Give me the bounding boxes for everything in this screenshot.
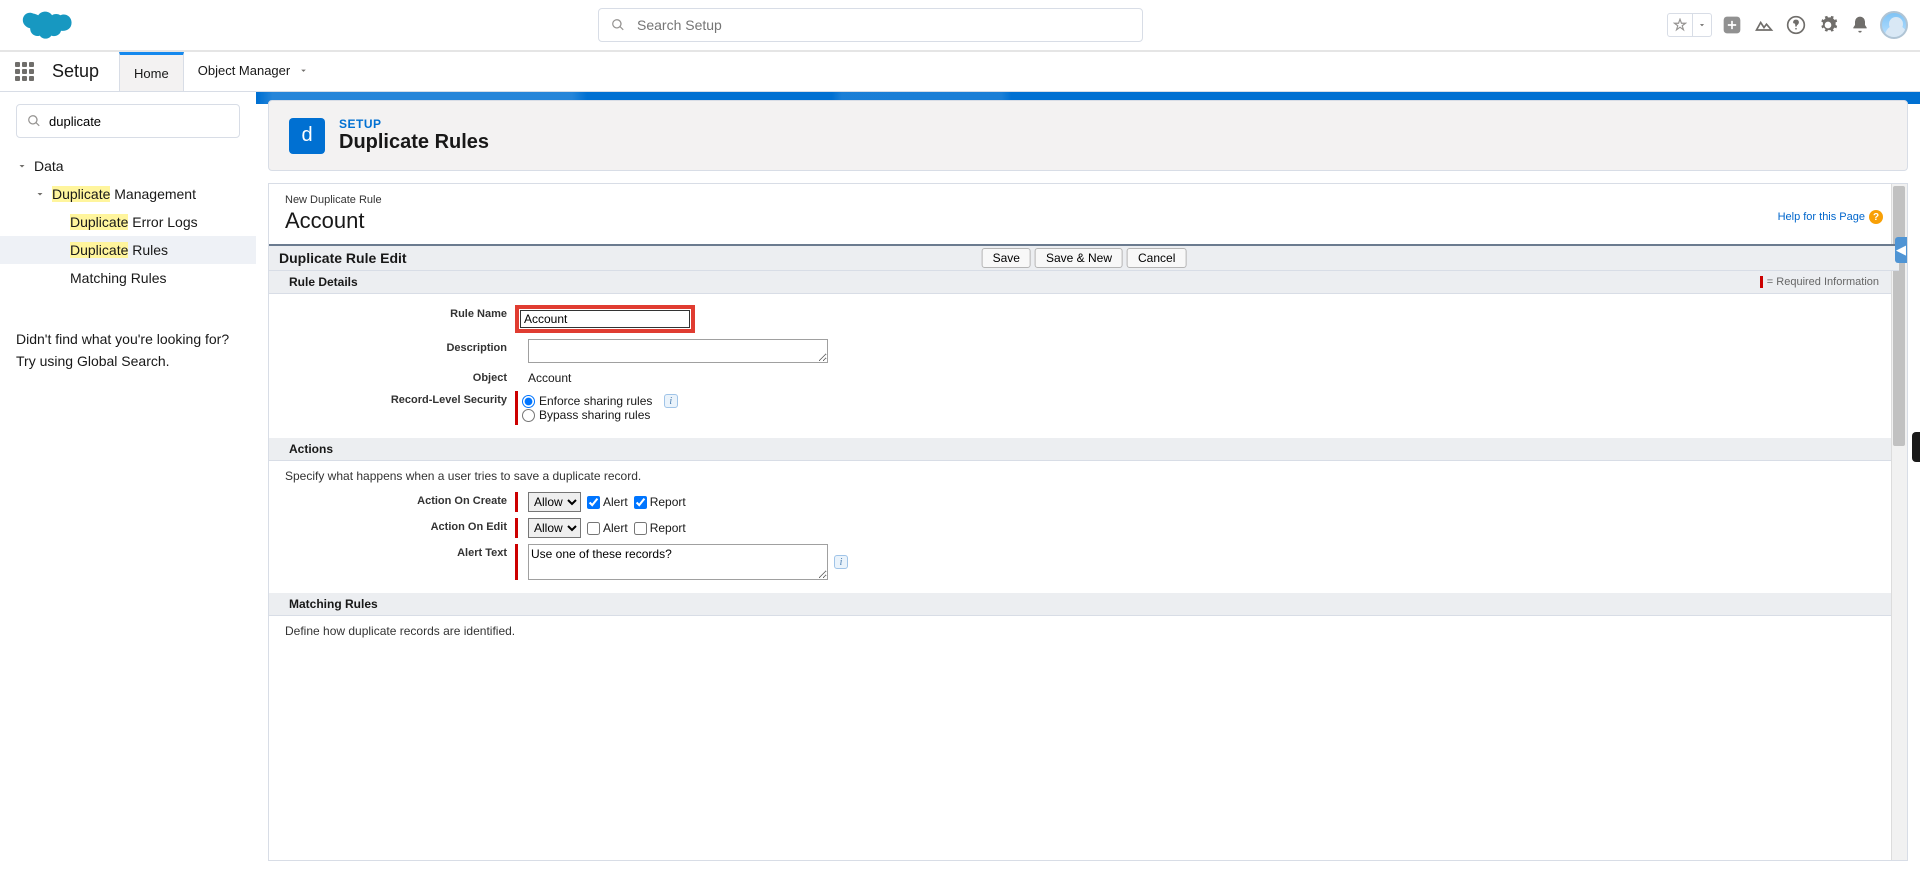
chk-edit-alert[interactable] — [587, 522, 600, 535]
rule-name-input[interactable] — [520, 310, 690, 328]
user-avatar[interactable] — [1880, 11, 1908, 39]
entity-name: Account — [285, 208, 1883, 234]
object-value: Account — [528, 369, 571, 385]
context-bar: Setup Home Object Manager — [0, 52, 1920, 92]
label-description: Description — [285, 339, 515, 354]
tree-label: Matching Rules — [70, 270, 167, 286]
radio-enforce-label: Enforce sharing rules — [539, 394, 652, 408]
label-action-edit: Action On Edit — [285, 518, 515, 533]
tree-item-matching-rules[interactable]: Matching Rules — [16, 264, 240, 292]
tree-label: Duplicate Rules — [70, 242, 168, 258]
help-for-page-link[interactable]: Help for this Page ? — [1778, 210, 1883, 224]
description-input[interactable] — [528, 339, 828, 363]
app-name: Setup — [48, 52, 119, 91]
radio-bypass-label: Bypass sharing rules — [539, 408, 650, 422]
select-action-edit[interactable]: Allow — [528, 518, 581, 538]
tree-label: Duplicate Error Logs — [70, 214, 198, 230]
section-edit-header: Duplicate Rule Edit Save Save & New Canc… — [269, 244, 1899, 271]
page-eyebrow: SETUP — [339, 117, 489, 131]
global-search[interactable] — [598, 8, 1143, 42]
chevron-down-icon — [16, 160, 28, 172]
setup-sidebar: Data Duplicate Management Duplicate Erro… — [0, 92, 256, 869]
section-actions: Actions — [269, 438, 1899, 461]
tab-object-manager-label: Object Manager — [198, 63, 291, 78]
matching-description: Define how duplicate records are identif… — [285, 616, 1883, 644]
tree-item-data[interactable]: Data — [16, 152, 240, 180]
tree-item-duplicate-error-logs[interactable]: Duplicate Error Logs — [16, 208, 240, 236]
page-header-icon: d — [289, 118, 325, 154]
global-header — [0, 0, 1920, 52]
chevron-down-icon — [1697, 20, 1707, 30]
notifications-button[interactable] — [1848, 13, 1872, 37]
setup-gear-button[interactable] — [1816, 13, 1840, 37]
cancel-button[interactable]: Cancel — [1127, 248, 1186, 268]
chevron-down-icon — [34, 188, 46, 200]
actions-description: Specify what happens when a user tries t… — [285, 461, 1883, 489]
content-area: d SETUP Duplicate Rules ◀ New Duplicate … — [256, 92, 1920, 869]
scrollbar[interactable] — [1891, 184, 1907, 860]
help-icon: ? — [1869, 210, 1883, 224]
section-matching-rules: Matching Rules — [269, 593, 1899, 616]
add-button[interactable] — [1720, 13, 1744, 37]
star-icon — [1673, 18, 1687, 32]
tree-item-duplicate-management[interactable]: Duplicate Management — [16, 180, 240, 208]
chk-create-report[interactable] — [634, 496, 647, 509]
classic-iframe: New Duplicate Rule Account Help for this… — [268, 183, 1908, 861]
required-note: = Required Information — [1760, 276, 1879, 288]
page-title: Duplicate Rules — [339, 131, 489, 154]
sidebar-hint: Didn't find what you're looking for? Try… — [16, 328, 240, 373]
trailhead-icon — [1754, 15, 1774, 35]
header-actions — [1667, 11, 1908, 39]
radio-bypass-sharing[interactable] — [522, 409, 535, 422]
label-alert-text: Alert Text — [285, 544, 515, 559]
tree-item-duplicate-rules[interactable]: Duplicate Rules — [0, 236, 256, 264]
bell-icon — [1850, 15, 1870, 35]
app-launcher-button[interactable] — [0, 52, 48, 91]
label-security: Record-Level Security — [285, 391, 515, 406]
section-rule-details: Rule Details = Required Information — [269, 271, 1899, 294]
search-icon — [611, 18, 625, 32]
plus-icon — [1722, 15, 1742, 35]
right-edge-handle[interactable] — [1912, 432, 1920, 462]
waffle-icon — [15, 62, 34, 81]
label-rule-name: Rule Name — [285, 305, 515, 320]
search-icon — [27, 114, 41, 128]
label-action-create: Action On Create — [285, 492, 515, 507]
label-object: Object — [285, 369, 515, 384]
save-button[interactable]: Save — [982, 248, 1031, 268]
chk-create-alert[interactable] — [587, 496, 600, 509]
global-search-input[interactable] — [637, 17, 1130, 33]
info-icon[interactable]: i — [834, 555, 848, 569]
collapse-handle[interactable]: ◀ — [1895, 237, 1907, 263]
tree-label: Duplicate Management — [52, 186, 196, 202]
chk-edit-report[interactable] — [634, 522, 647, 535]
save-new-button[interactable]: Save & New — [1035, 248, 1123, 268]
radio-enforce-sharing[interactable] — [522, 395, 535, 408]
info-icon[interactable]: i — [664, 394, 678, 408]
tab-object-manager[interactable]: Object Manager — [184, 52, 324, 91]
tree-label: Data — [34, 158, 64, 174]
salesforce-logo-icon — [22, 7, 74, 43]
chevron-down-icon — [298, 65, 309, 76]
select-action-create[interactable]: Allow — [528, 492, 581, 512]
quick-find-input[interactable] — [49, 114, 229, 129]
page-header: d SETUP Duplicate Rules ◀ — [268, 100, 1908, 171]
question-icon — [1786, 15, 1806, 35]
favorites-button[interactable] — [1667, 13, 1712, 37]
help-button[interactable] — [1784, 13, 1808, 37]
gear-icon — [1818, 15, 1838, 35]
quick-find[interactable] — [16, 104, 240, 138]
salesforce-help-button[interactable] — [1752, 13, 1776, 37]
alert-text-input[interactable]: Use one of these records? — [528, 544, 828, 580]
tab-home[interactable]: Home — [119, 52, 184, 91]
new-rule-label: New Duplicate Rule — [285, 194, 1883, 206]
